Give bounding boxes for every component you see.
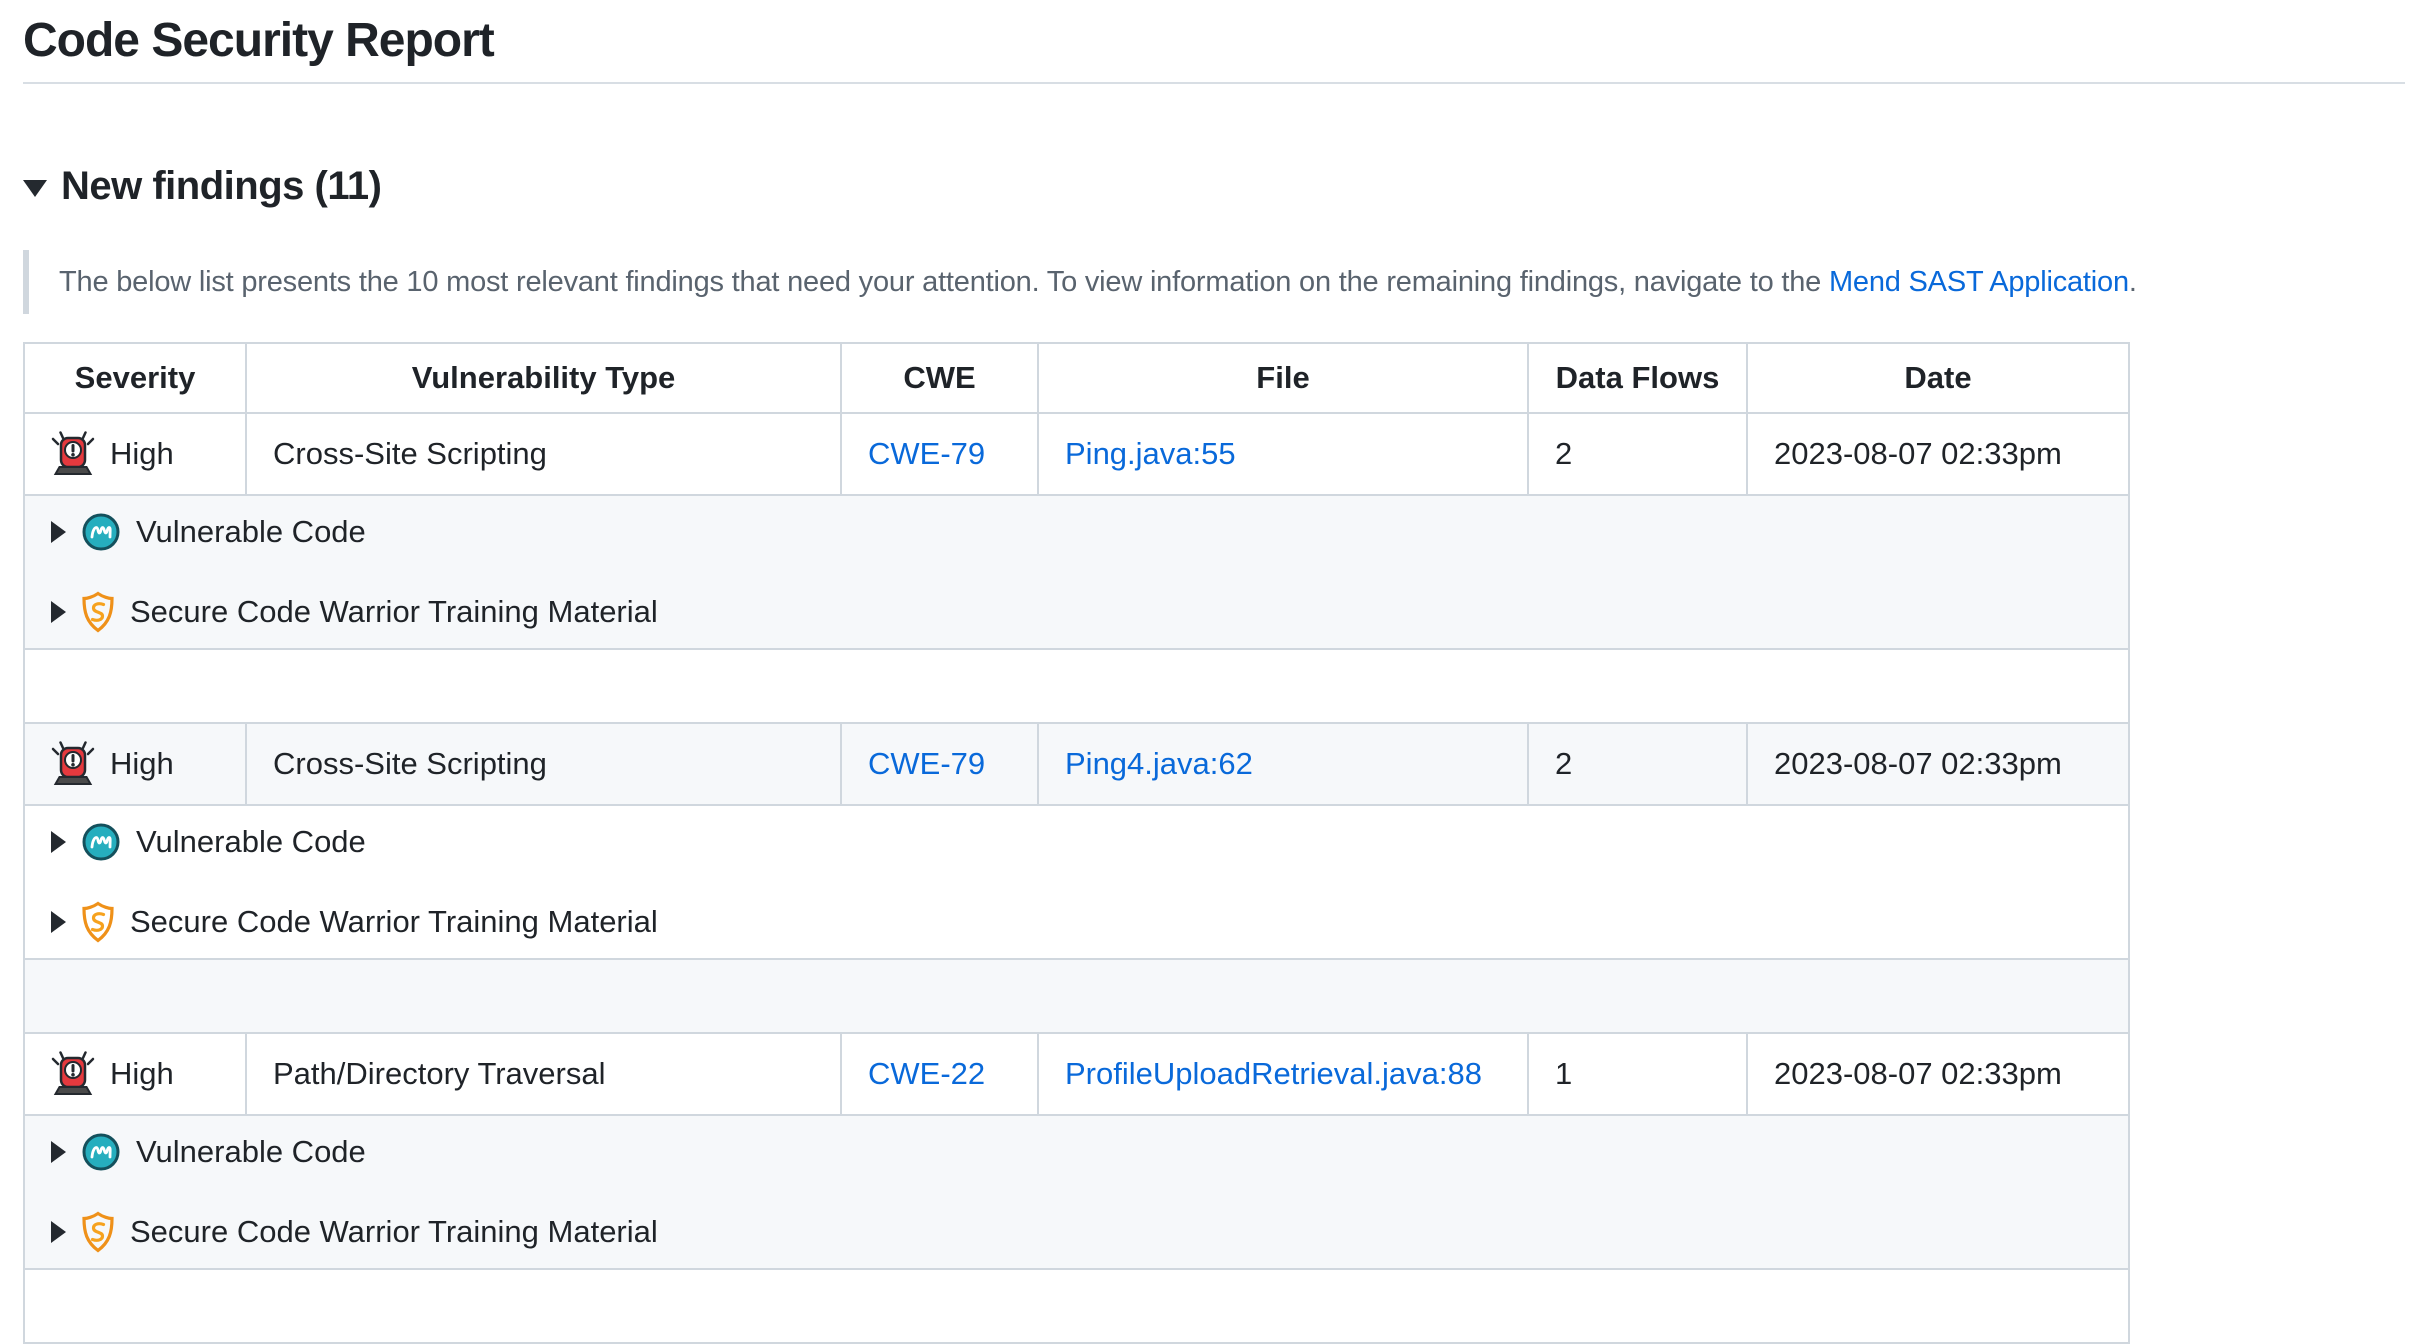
high-severity-siren-icon [51,741,95,787]
column-header-date: Date [1747,343,2129,413]
file-cell: ProfileUploadRetrieval.java:88 [1038,1033,1528,1115]
file-link[interactable]: Ping4.java:62 [1065,746,1253,781]
new-findings-toggle[interactable]: New findings (11) [23,160,2405,212]
mend-logo-icon [81,512,121,552]
vulnerability-type-cell: Cross-Site Scripting [246,413,841,495]
vulnerable-code-toggle[interactable]: Vulnerable Code [51,818,2102,866]
training-material-label: Secure Code Warrior Training Material [130,588,658,636]
vulnerable-code-details: Vulnerable Code [51,818,2102,866]
vulnerable-code-label: Vulnerable Code [136,508,366,556]
training-material-toggle[interactable]: Secure Code Warrior Training Material [51,1208,2102,1256]
training-material-label: Secure Code Warrior Training Material [130,898,658,946]
finding-row: High Cross-Site Scripting CWE-79 Ping.ja… [24,413,2129,495]
page-title: Code Security Report [23,12,2405,84]
finding-details-row: Vulnerable Code Secure Code Warrior Trai… [24,1115,2129,1269]
column-header-vulnerability-type: Vulnerability Type [246,343,841,413]
table-header-row: Severity Vulnerability Type CWE File Dat… [24,343,2129,413]
severity-label: High [110,1050,174,1098]
vulnerable-code-label: Vulnerable Code [136,1128,366,1176]
findings-note-suffix: . [2129,266,2137,298]
vulnerability-type-cell: Path/Directory Traversal [246,1033,841,1115]
high-severity-siren-icon [51,1051,95,1097]
secure-code-warrior-shield-icon [81,591,115,633]
vulnerable-code-toggle[interactable]: Vulnerable Code [51,1128,2102,1176]
vulnerable-code-details: Vulnerable Code [51,508,2102,556]
findings-note: The below list presents the 10 most rele… [23,250,2405,314]
mend-sast-application-link[interactable]: Mend SAST Application [1829,266,2129,298]
file-link[interactable]: ProfileUploadRetrieval.java:88 [1065,1056,1482,1091]
date-cell: 2023-08-07 02:33pm [1747,723,2129,805]
training-material-details: Secure Code Warrior Training Material [51,898,2102,946]
spacer-row [24,959,2129,1033]
new-findings-heading: New findings (11) [61,160,381,212]
severity-cell: High [24,723,246,805]
cwe-link[interactable]: CWE-79 [868,436,985,471]
findings-table: Severity Vulnerability Type CWE File Dat… [23,342,2130,1344]
finding-details-row: Vulnerable Code Secure Code Warrior Trai… [24,495,2129,649]
triangle-right-icon [51,601,66,623]
triangle-right-icon [51,1141,66,1163]
triangle-right-icon [51,831,66,853]
severity-label: High [110,740,174,788]
cwe-cell: CWE-22 [841,1033,1038,1115]
vulnerable-code-label: Vulnerable Code [136,818,366,866]
column-header-file: File [1038,343,1528,413]
severity-cell: High [24,413,246,495]
cwe-link[interactable]: CWE-79 [868,746,985,781]
data-flows-cell: 2 [1528,723,1747,805]
date-cell: 2023-08-07 02:33pm [1747,1033,2129,1115]
file-link[interactable]: Ping.java:55 [1065,436,1236,471]
markdown-body: Code Security Report New findings (11) T… [0,0,2428,1344]
vulnerable-code-toggle[interactable]: Vulnerable Code [51,508,2102,556]
column-header-severity: Severity [24,343,246,413]
spacer-row [24,1269,2129,1343]
finding-row: High Path/Directory Traversal CWE-22 Pro… [24,1033,2129,1115]
high-severity-siren-icon [51,431,95,477]
column-header-cwe: CWE [841,343,1038,413]
vulnerability-type-cell: Cross-Site Scripting [246,723,841,805]
cwe-link[interactable]: CWE-22 [868,1056,985,1091]
secure-code-warrior-shield-icon [81,901,115,943]
date-cell: 2023-08-07 02:33pm [1747,413,2129,495]
training-material-details: Secure Code Warrior Training Material [51,1208,2102,1256]
data-flows-cell: 2 [1528,413,1747,495]
mend-logo-icon [81,822,121,862]
data-flows-cell: 1 [1528,1033,1747,1115]
training-material-details: Secure Code Warrior Training Material [51,588,2102,636]
training-material-toggle[interactable]: Secure Code Warrior Training Material [51,898,2102,946]
mend-logo-icon [81,1132,121,1172]
triangle-right-icon [51,521,66,543]
finding-row: High Cross-Site Scripting CWE-79 Ping4.j… [24,723,2129,805]
new-findings-section: New findings (11) The below list present… [23,160,2405,1344]
findings-note-text: The below list presents the 10 most rele… [59,266,1829,298]
severity-label: High [110,430,174,478]
triangle-right-icon [51,1221,66,1243]
file-cell: Ping.java:55 [1038,413,1528,495]
findings-table-body: High Cross-Site Scripting CWE-79 Ping.ja… [24,413,2129,1343]
file-cell: Ping4.java:62 [1038,723,1528,805]
column-header-data-flows: Data Flows [1528,343,1747,413]
finding-details-row: Vulnerable Code Secure Code Warrior Trai… [24,805,2129,959]
training-material-toggle[interactable]: Secure Code Warrior Training Material [51,588,2102,636]
triangle-down-icon [23,180,47,197]
severity-cell: High [24,1033,246,1115]
secure-code-warrior-shield-icon [81,1211,115,1253]
spacer-row [24,649,2129,723]
triangle-right-icon [51,911,66,933]
vulnerable-code-details: Vulnerable Code [51,1128,2102,1176]
cwe-cell: CWE-79 [841,723,1038,805]
training-material-label: Secure Code Warrior Training Material [130,1208,658,1256]
cwe-cell: CWE-79 [841,413,1038,495]
